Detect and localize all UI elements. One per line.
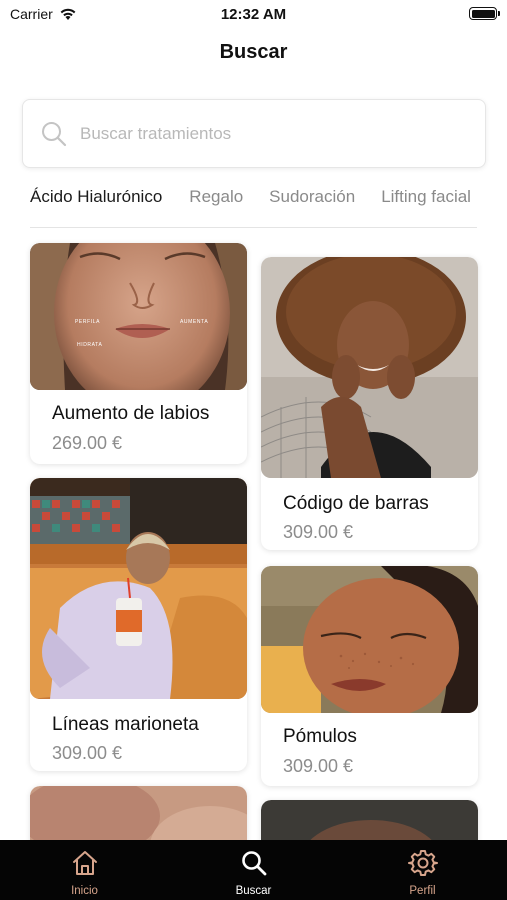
treatment-price: 269.00 € <box>52 433 123 453</box>
photo-label-hidrata: HIDRATA <box>77 342 102 348</box>
search-icon <box>241 851 266 876</box>
photo-label-aumenta: AUMENTA <box>180 319 208 325</box>
status-time: 12:32 AM <box>220 6 287 23</box>
gear-icon <box>407 850 438 876</box>
treatment-price: 309.00 € <box>283 522 354 542</box>
treatment-photo <box>261 257 478 478</box>
treatment-price: 309.00 € <box>283 756 354 776</box>
treatment-card[interactable]: Pómulos 309.00 € <box>261 566 478 786</box>
tab-acido-hialuronico[interactable]: Ácido Hialurónico <box>30 186 162 208</box>
battery-icon <box>469 7 500 20</box>
category-tabs: Ácido Hialurónico Regalo Sudoración Lifting… <box>30 186 477 228</box>
treatment-price: 309.00 € <box>52 743 123 763</box>
treatment-photo <box>261 566 478 713</box>
treatment-name: Líneas marioneta <box>52 714 199 735</box>
search-bar[interactable] <box>22 99 486 168</box>
treatment-card[interactable]: Líneas marioneta 309.00 € <box>30 478 247 771</box>
tab-inicio[interactable]: Inicio <box>0 840 169 900</box>
treatment-photo: PERFILA AUMENTA HIDRATA <box>30 243 247 390</box>
treatment-card[interactable]: PERFILA AUMENTA HIDRATA Aumento de labio… <box>30 243 247 464</box>
treatment-name: Pómulos <box>283 726 357 747</box>
treatment-name: Aumento de labios <box>52 403 210 424</box>
search-icon <box>42 121 67 146</box>
tab-perfil[interactable]: Perfil <box>338 840 507 900</box>
treatment-card[interactable]: Código de barras 309.00 € <box>261 257 478 550</box>
tab-lifting-facial[interactable]: Lifting facial <box>381 186 471 208</box>
tab-perfil-label: Perfil <box>409 885 436 897</box>
tab-inicio-label: Inicio <box>71 885 98 897</box>
status-bar: Carrier 12:32 AM <box>0 0 507 28</box>
tab-regalo[interactable]: Regalo <box>189 186 243 208</box>
tab-buscar[interactable]: Buscar <box>169 840 338 900</box>
tab-buscar-label: Buscar <box>235 885 272 897</box>
home-icon <box>72 851 97 875</box>
tab-sudoracion[interactable]: Sudoración <box>269 186 355 208</box>
page-title: Buscar <box>219 41 288 63</box>
search-input[interactable] <box>80 123 460 144</box>
bottom-tab-bar: Inicio Buscar Perfil <box>0 840 507 900</box>
photo-label-perfila: PERFILA <box>75 319 100 325</box>
treatment-photo <box>30 478 247 699</box>
treatment-name: Código de barras <box>283 493 429 514</box>
